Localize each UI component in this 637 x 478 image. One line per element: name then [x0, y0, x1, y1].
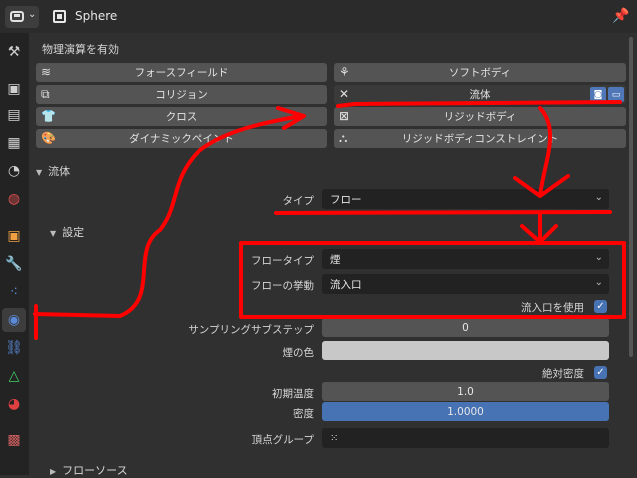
- annotation-underline-fluid: [336, 100, 622, 108]
- annotation-underline-type: [274, 210, 612, 215]
- annotation-overlay: [33, 100, 626, 340]
- annotation-box-settings: [239, 241, 626, 319]
- annotation-arrow-down-2: [520, 212, 558, 244]
- annotation-arrow-down-1: [513, 106, 570, 198]
- annotation-curve-to-tab: [33, 106, 306, 318]
